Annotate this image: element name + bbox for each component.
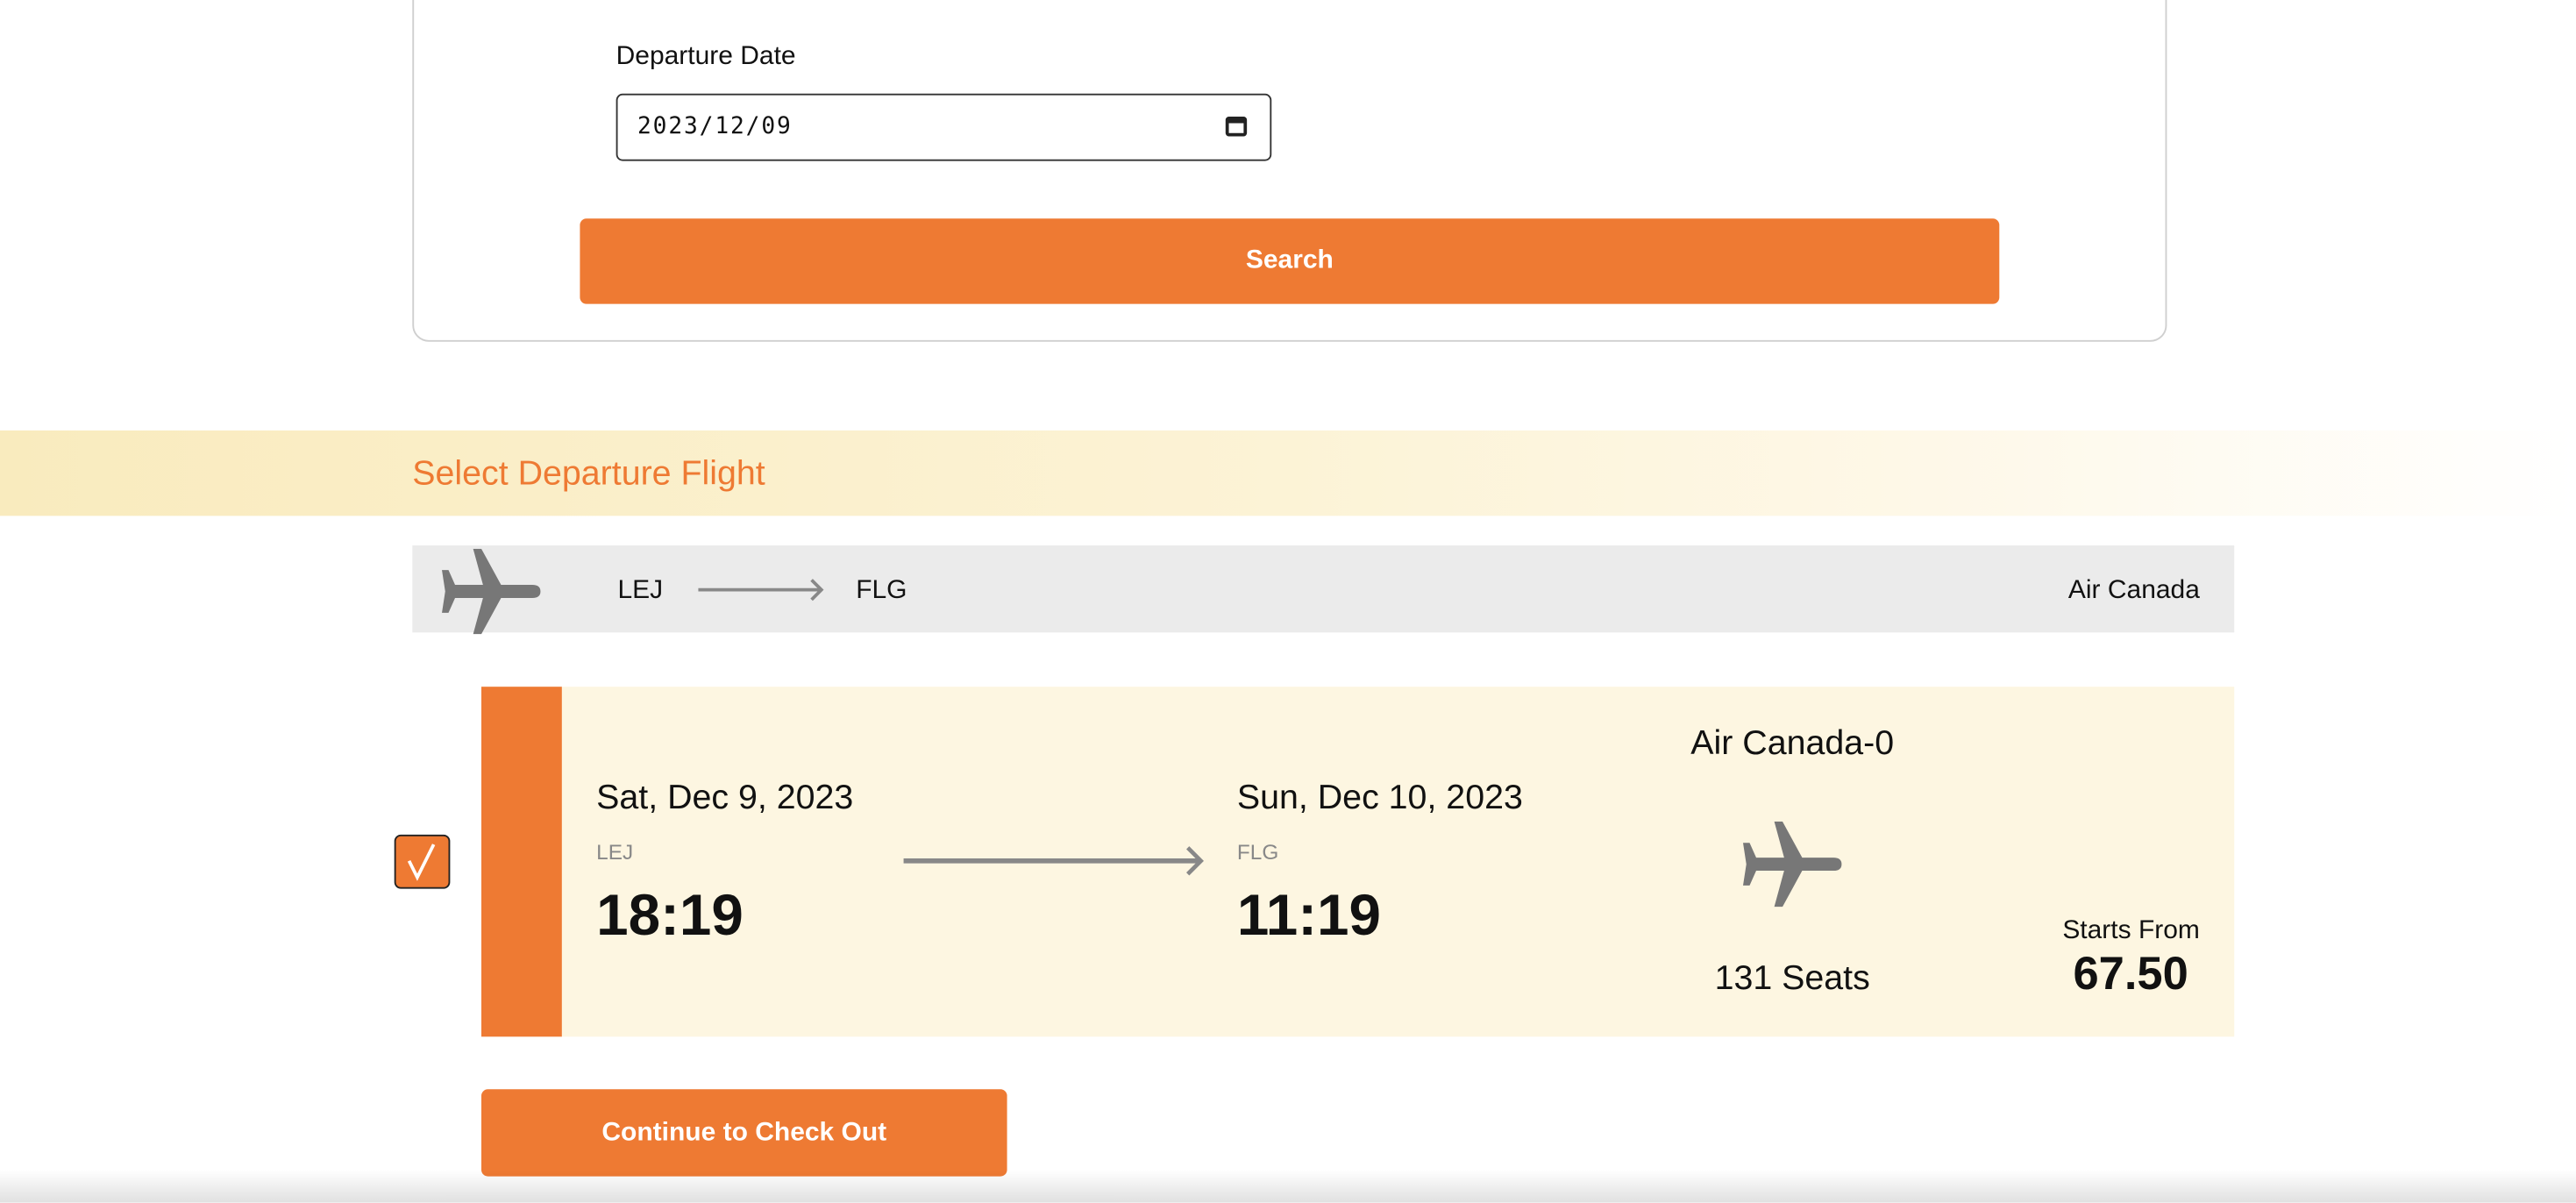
selected-indicator-strip xyxy=(480,687,562,1037)
departure-date-value[interactable]: 2023/12/09 xyxy=(637,113,793,139)
arrive-date: Sun, Dec 10, 2023 xyxy=(1236,779,1523,817)
route-airline: Air Canada xyxy=(2067,576,2200,605)
route-bar: LEJ FLG Air Canada xyxy=(412,545,2235,635)
route-destination: FLG xyxy=(856,576,907,605)
bottom-shadow xyxy=(0,1170,2576,1203)
continue-to-checkout-button[interactable]: Continue to Check Out xyxy=(480,1089,1007,1177)
price-value: 67.50 xyxy=(2073,948,2188,1000)
depart-date: Sat, Dec 9, 2023 xyxy=(596,779,854,817)
airplane-icon xyxy=(1742,821,1842,908)
departure-date-label: Departure Date xyxy=(616,42,796,71)
arrive-code: FLG xyxy=(1236,839,1279,865)
flight-card[interactable]: Sat, Dec 9, 2023 LEJ 18:19 Sun, Dec 10, … xyxy=(480,687,2235,1037)
search-button[interactable]: Search xyxy=(580,218,2000,304)
depart-code: LEJ xyxy=(596,839,634,865)
airplane-icon xyxy=(442,548,541,635)
section-title: Select Departure Flight xyxy=(412,455,765,494)
section-banner: Select Departure Flight xyxy=(0,430,2576,516)
seats-available: 131 Seats xyxy=(1714,959,1870,998)
arrow-right-icon xyxy=(903,846,1204,876)
arrive-time: 11:19 xyxy=(1236,884,1382,949)
checkmark-icon xyxy=(407,844,436,881)
calendar-icon[interactable] xyxy=(1225,117,1248,137)
arrow-right-icon xyxy=(698,579,824,602)
depart-time: 18:19 xyxy=(596,884,744,949)
route-origin: LEJ xyxy=(617,576,664,605)
flight-name: Air Canada-0 xyxy=(1690,724,1895,763)
price-label: Starts From xyxy=(2062,916,2200,945)
departure-date-input[interactable]: 2023/12/09 xyxy=(616,93,1272,161)
flight-select-checkbox[interactable] xyxy=(394,834,451,889)
